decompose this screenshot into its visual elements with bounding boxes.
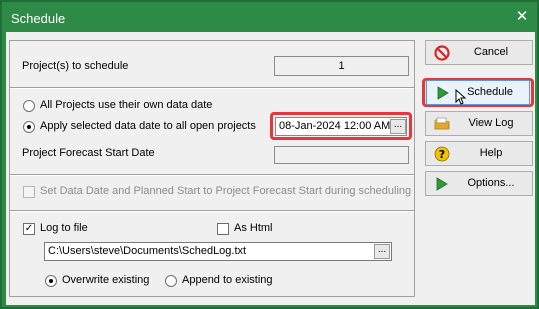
help-button[interactable]: ? Help [425, 141, 533, 166]
view-log-button[interactable]: View Log [425, 111, 533, 136]
log-to-file-checkbox[interactable]: ✓ [23, 223, 35, 235]
help-label: Help [479, 147, 503, 159]
log-path-input[interactable]: C:\Users\steve\Documents\SchedLog.txt [44, 242, 392, 261]
close-icon[interactable]: ✕ [513, 8, 531, 26]
play-icon [436, 177, 448, 191]
as-html-checkbox[interactable] [217, 223, 229, 235]
help-icon: ? [434, 146, 450, 162]
schedule-dialog: Schedule ✕ Project(s) to schedule 1 All … [0, 0, 539, 309]
divider [10, 174, 414, 176]
forecast-start-label: Project Forecast Start Date [22, 147, 155, 159]
radio-overwrite-label[interactable]: Overwrite existing [62, 274, 149, 286]
divider [10, 210, 414, 212]
data-date-value: 08-Jan-2024 12:00 AM [279, 120, 391, 132]
svg-text:?: ? [439, 148, 445, 161]
radio-append[interactable] [165, 275, 177, 287]
window-title: Schedule [11, 11, 66, 26]
log-to-file-label[interactable]: Log to file [40, 222, 88, 234]
radio-overwrite[interactable] [45, 275, 57, 287]
cancel-label: Cancel [473, 46, 509, 58]
radio-apply-data-date[interactable] [23, 121, 35, 133]
projects-to-schedule-label: Project(s) to schedule [22, 60, 129, 72]
cursor-icon [455, 89, 467, 105]
radio-append-label[interactable]: Append to existing [182, 274, 273, 286]
ellipsis-icon[interactable]: ... [374, 244, 390, 259]
dialog-body: Project(s) to schedule 1 All Projects us… [6, 32, 535, 305]
schedule-button[interactable]: Schedule [426, 80, 530, 105]
radio-own-data-date[interactable] [23, 100, 35, 112]
folder-icon [434, 117, 450, 130]
as-html-label[interactable]: As Html [234, 222, 273, 234]
radio-own-data-date-label[interactable]: All Projects use their own data date [40, 99, 212, 111]
log-path-value: C:\Users\steve\Documents\SchedLog.txt [48, 245, 247, 257]
play-icon [437, 86, 449, 100]
projects-count-field: 1 [274, 56, 409, 76]
options-panel: Project(s) to schedule 1 All Projects us… [9, 40, 415, 297]
view-log-label: View Log [468, 117, 514, 129]
set-data-date-checkbox [23, 186, 35, 198]
cancel-icon [434, 45, 450, 61]
cancel-button[interactable]: Cancel [425, 40, 533, 65]
data-date-field[interactable]: 08-Jan-2024 12:00 AM [275, 117, 407, 136]
title-bar[interactable]: Schedule ✕ [2, 2, 537, 32]
options-label: Options... [467, 177, 515, 189]
set-data-date-label: Set Data Date and Planned Start to Proje… [40, 185, 412, 197]
options-button[interactable]: Options... [425, 171, 533, 196]
ellipsis-icon[interactable]: ... [390, 119, 406, 134]
divider [10, 87, 414, 89]
forecast-start-field [274, 146, 409, 164]
radio-apply-data-date-label[interactable]: Apply selected data date to all open pro… [40, 120, 256, 132]
